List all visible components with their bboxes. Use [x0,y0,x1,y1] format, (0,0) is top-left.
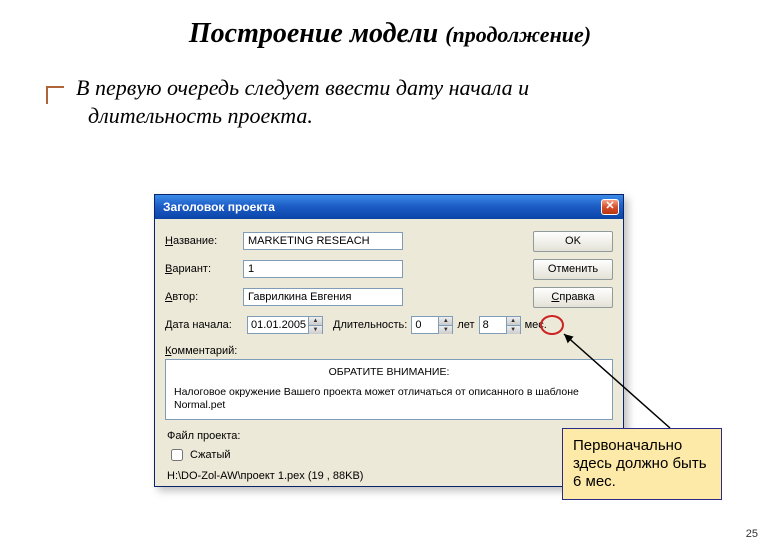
cancel-button[interactable]: Отменить [533,259,613,280]
slide-title: Построение модели (продолжение) [0,18,780,50]
date-field[interactable]: 01.01.2005 ▲▼ [247,316,323,334]
help-button[interactable]: Справка [533,287,613,308]
project-header-dialog: Заголовок проекта ✕ OK Отменить Справка … [154,194,624,487]
label-months: мес. [525,319,547,331]
decorative-corner [46,86,64,104]
title-sub: (продолжение) [445,22,591,47]
chevron-down-icon[interactable]: ▼ [308,326,322,334]
file-path: H:\DO-Zol-AW\проект 1.pex (19 , 88KB) [167,470,613,482]
label-name: Название: [165,235,243,247]
compressed-checkbox[interactable]: Сжатый [167,446,231,464]
months-spinner[interactable]: ▲▼ [506,317,520,333]
chevron-up-icon[interactable]: ▲ [308,317,322,326]
years-value: 0 [412,317,438,333]
notice-body: Налоговое окружение Вашего проекта может… [174,386,604,413]
dialog-title: Заголовок проекта [163,200,275,214]
label-compressed: Сжатый [190,449,231,461]
label-file: Файл проекта: [167,430,613,442]
author-field[interactable]: Гаврилкина Евгения [243,288,403,306]
chevron-down-icon[interactable]: ▼ [506,326,520,334]
variant-field[interactable]: 1 [243,260,403,278]
label-duration: Длительность: [333,319,407,331]
intro-line2: длительность проекта. [88,102,636,130]
close-icon[interactable]: ✕ [601,199,619,215]
notice-header: ОБРАТИТЕ ВНИМАНИЕ: [174,366,604,380]
titlebar: Заголовок проекта ✕ [155,195,623,219]
intro-line1: В первую очередь следует ввести дату нач… [76,75,529,100]
label-variant: Вариант: [165,263,243,275]
label-author: Автор: [165,291,243,303]
annotation-callout: Первоначально здесь должно быть 6 мес. [562,428,722,500]
date-spinner[interactable]: ▲▼ [308,317,322,333]
ok-button[interactable]: OK [533,231,613,252]
checkbox-input[interactable] [171,449,183,461]
help-rest: правка [559,291,594,303]
chevron-down-icon[interactable]: ▼ [438,326,452,334]
label-years: лет [457,319,474,331]
months-field[interactable]: 8 ▲▼ [479,316,521,334]
chevron-up-icon[interactable]: ▲ [506,317,520,326]
comment-area[interactable]: ОБРАТИТЕ ВНИМАНИЕ: Налоговое окружение В… [165,359,613,420]
title-main: Построение модели [189,18,445,49]
years-spinner[interactable]: ▲▼ [438,317,452,333]
date-value: 01.01.2005 [248,317,308,333]
slide-number: 25 [746,528,758,540]
months-value: 8 [480,317,506,333]
label-comment: Комментарий: [165,345,613,357]
years-field[interactable]: 0 ▲▼ [411,316,453,334]
name-field[interactable]: MARKETING RESEACH [243,232,403,250]
intro-text: В первую очередь следует ввести дату нач… [76,74,636,129]
label-date: Дата начала: [165,319,243,331]
chevron-up-icon[interactable]: ▲ [438,317,452,326]
